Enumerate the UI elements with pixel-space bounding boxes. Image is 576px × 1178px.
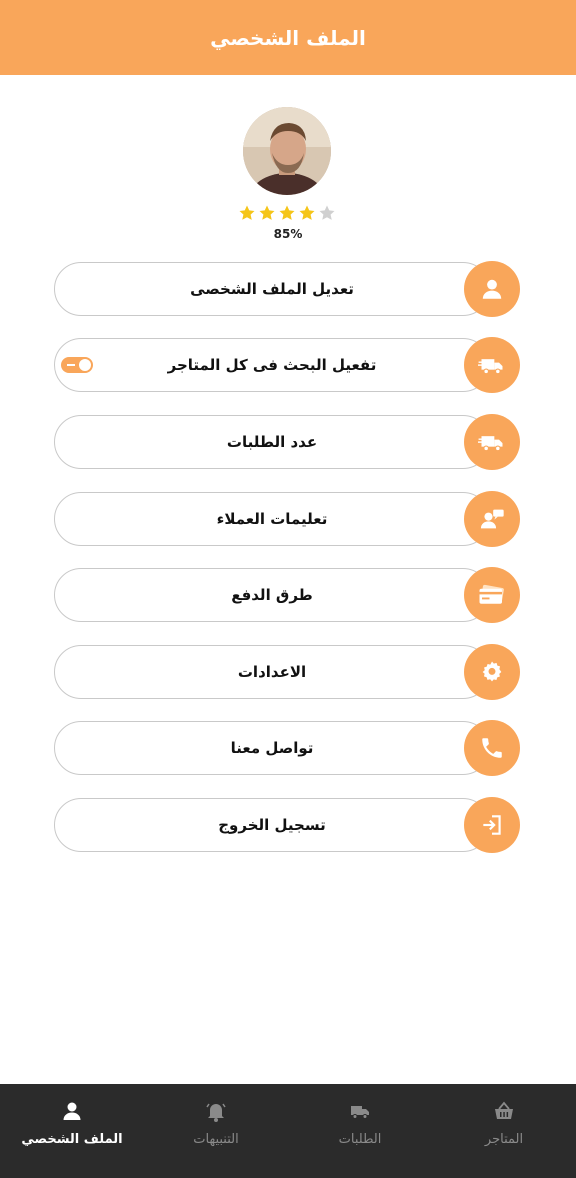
delivery-truck-icon — [347, 1098, 373, 1124]
menu-label: تواصل معنا — [230, 739, 314, 757]
bottom-navigation: المتاجر الطلبات التنبيهات الملف الشخصي — [0, 1084, 576, 1178]
menu-label: تعديل الملف الشخصى — [190, 280, 354, 298]
logout-icon — [464, 797, 520, 853]
settings-button[interactable]: الاعدادات — [54, 645, 490, 699]
contact-us-button[interactable]: تواصل معنا — [54, 721, 490, 775]
delivery-truck-icon — [464, 337, 520, 393]
avatar[interactable] — [243, 107, 331, 195]
menu-label: عدد الطلبات — [226, 433, 318, 451]
edit-profile-button[interactable]: تعديل الملف الشخصى — [54, 262, 490, 316]
star-filled-icon — [239, 205, 255, 220]
menu-label: تسجيل الخروج — [218, 816, 326, 834]
nav-notifications[interactable]: التنبيهات — [144, 1084, 288, 1178]
payment-methods-button[interactable]: طرق الدفع — [54, 568, 490, 622]
customer-instructions-button[interactable]: تعليمات العملاء — [54, 492, 490, 546]
rating-stars — [238, 204, 338, 222]
app-header: الملف الشخصي — [0, 0, 576, 75]
basket-icon — [491, 1098, 517, 1124]
credit-card-icon — [464, 567, 520, 623]
page-title: الملف الشخصي — [210, 25, 366, 50]
star-filled-icon — [259, 205, 275, 220]
nav-label: الملف الشخصي — [21, 1132, 123, 1147]
nav-profile[interactable]: الملف الشخصي — [0, 1084, 144, 1178]
orders-count-button[interactable]: عدد الطلبات — [54, 415, 490, 469]
user-icon — [464, 261, 520, 317]
customer-message-icon — [464, 491, 520, 547]
menu-label: طرق الدفع — [231, 586, 313, 604]
user-icon — [59, 1098, 85, 1124]
delivery-truck-icon — [464, 414, 520, 470]
search-all-stores-row[interactable]: تفعيل البحث فى كل المتاجر — [54, 338, 490, 392]
logout-button[interactable]: تسجيل الخروج — [54, 798, 490, 852]
star-empty-icon — [319, 205, 335, 220]
star-filled-icon — [279, 205, 295, 220]
nav-label: المتاجر — [484, 1132, 524, 1147]
menu-label: الاعدادات — [237, 663, 307, 681]
nav-label: الطلبات — [338, 1132, 382, 1147]
gear-icon — [464, 644, 520, 700]
menu-label: تعليمات العملاء — [216, 510, 328, 528]
menu-label: تفعيل البحث فى كل المتاجر — [167, 356, 377, 374]
phone-icon — [464, 720, 520, 776]
nav-stores[interactable]: المتاجر — [432, 1084, 576, 1178]
star-filled-icon — [299, 205, 315, 220]
nav-label: التنبيهات — [193, 1132, 239, 1147]
rating-percent: 85% — [273, 227, 303, 241]
search-all-stores-toggle[interactable] — [61, 357, 93, 373]
bell-icon — [203, 1098, 229, 1124]
nav-orders[interactable]: الطلبات — [288, 1084, 432, 1178]
